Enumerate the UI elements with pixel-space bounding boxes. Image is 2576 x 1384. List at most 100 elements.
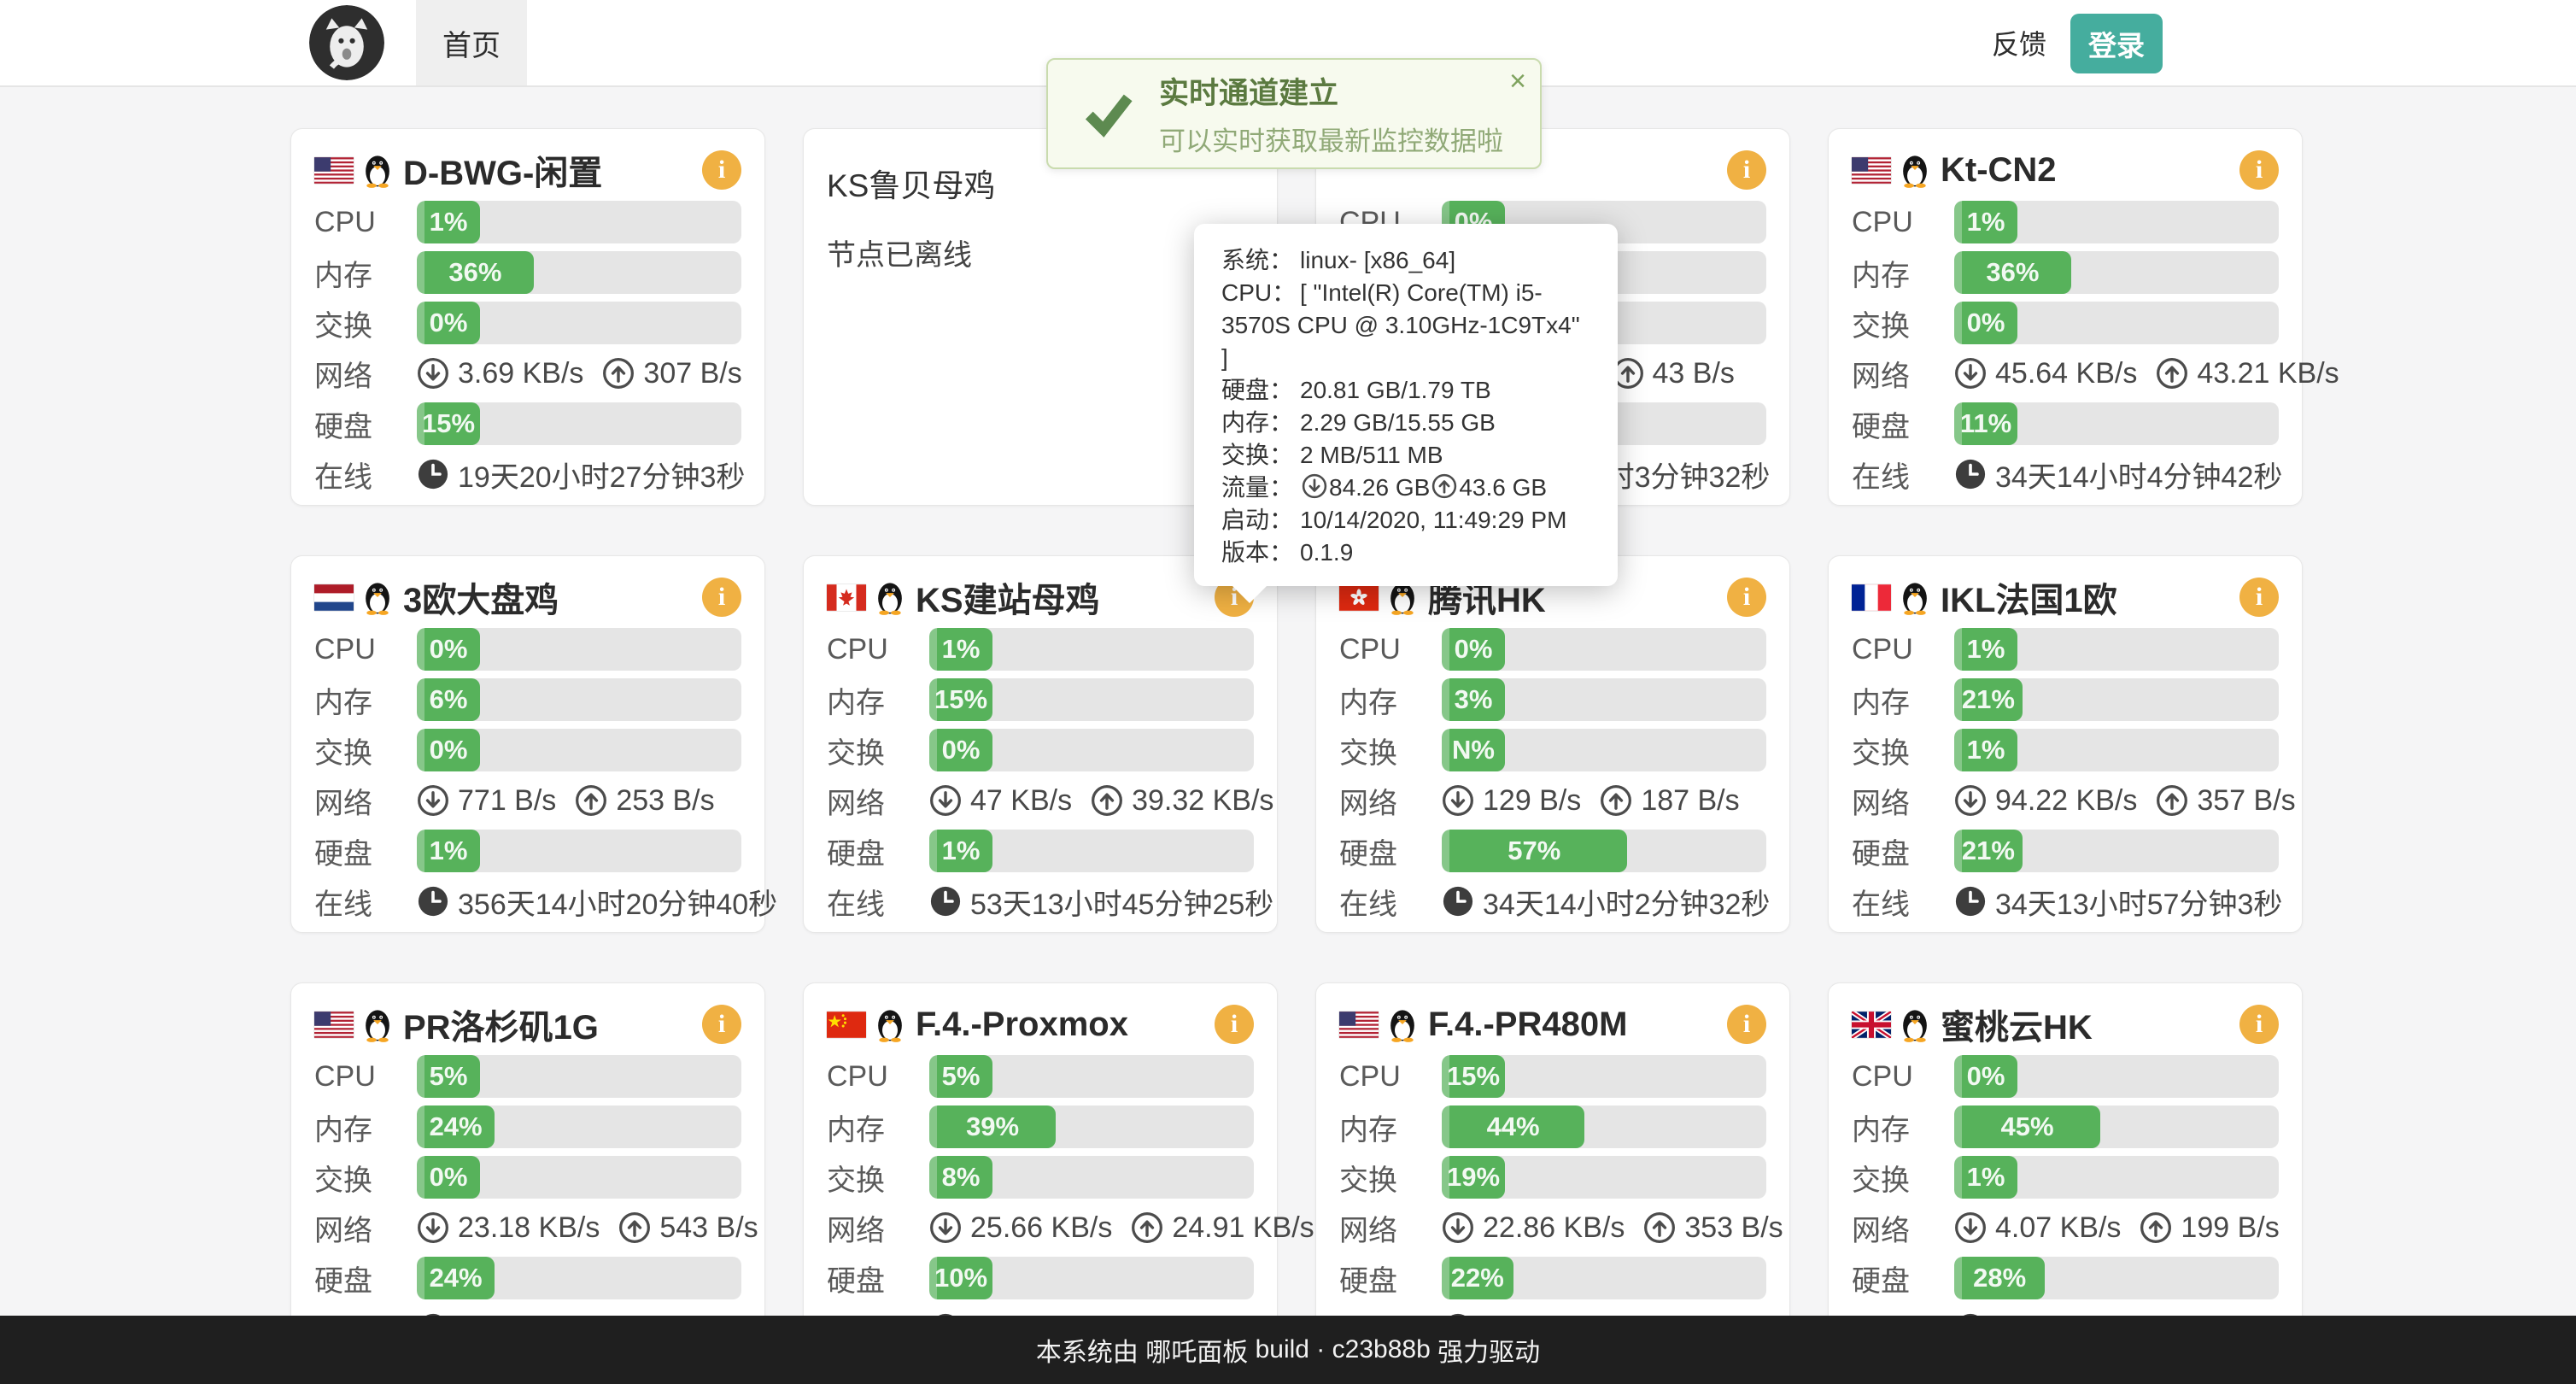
server-stats: CPU1%内存36%交换0%网络45.64 KB/s43.21 KB/s硬盘11… [1852,201,2279,496]
server-stats: CPU1%内存21%交换1%网络94.22 KB/s357 B/s硬盘21%在线… [1852,628,2279,923]
country-flag-icon [314,1012,354,1038]
info-icon[interactable]: i [702,1005,741,1044]
disk-row: 硬盘1% [827,830,1254,872]
network-row: 网络45.64 KB/s43.21 KB/s [1852,352,2279,395]
download-arrow-icon [1442,784,1474,817]
download-speed: 47 KB/s [970,784,1072,818]
upload-speed: 307 B/s [643,357,741,390]
progress-value: 1% [942,634,981,665]
info-icon[interactable]: i [702,578,741,617]
swap-row: 交换8% [827,1156,1254,1199]
feedback-link[interactable]: 反馈 [1992,0,2046,85]
download-arrow-icon [1302,473,1327,499]
progress-value: 5% [942,1061,981,1092]
download-speed: 25.66 KB/s [970,1211,1112,1245]
tooltip-row: 内存：2.29 GB/15.55 GB [1221,407,1590,439]
stat-label: 网络 [314,353,417,395]
network-row: 网络47 KB/s39.32 KB/s [827,779,1254,822]
progress-fill: 5% [929,1055,992,1098]
server-card: 腾讯HK i CPU0%内存3%交换N%网络129 B/s187 B/s硬盘57… [1315,555,1790,933]
stat-label: 网络 [1339,1207,1442,1249]
info-icon[interactable]: i [1727,150,1766,190]
tab-home[interactable]: 首页 [416,0,527,85]
toast-title: 实时通道建立 [1159,69,1503,113]
progress-track: 36% [417,251,741,294]
progress-value: 5% [430,1061,468,1092]
footer-panel-link[interactable]: 哪吒面板 [1145,1331,1248,1369]
progress-value: 0% [942,735,981,765]
info-icon[interactable]: i [2239,150,2279,190]
server-stats: CPU5%内存24%交换0%网络23.18 KB/s543 B/s硬盘24%在线 [314,1055,741,1350]
server-card: 3欧大盘鸡 i CPU0%内存6%交换0%网络771 B/s253 B/s硬盘1… [290,555,765,933]
toast-close-icon[interactable]: × [1509,67,1526,96]
country-flag-icon [314,157,354,184]
progress-fill: 39% [929,1105,1056,1148]
stat-label: 交换 [314,1157,417,1199]
footer-commit-link[interactable]: c23b88b [1332,1335,1431,1364]
upload-speed: 543 B/s [659,1211,758,1245]
upload-speed: 43.21 KB/s [2197,357,2339,390]
progress-track: 57% [1442,830,1766,872]
progress-fill: 21% [1954,830,2023,872]
clock-icon [1954,885,1987,918]
stat-label: CPU [314,206,417,239]
progress-fill: 0% [1954,302,2017,344]
footer-text-prefix: 本系统由 [1036,1331,1145,1369]
progress-fill: 0% [1954,1055,2017,1098]
progress-fill: 1% [417,830,480,872]
server-card-header: D-BWG-闲置 i [314,146,741,194]
tooltip-label: 版本： [1221,537,1300,569]
login-button[interactable]: 登录 [2070,14,2163,73]
progress-fill: 19% [1442,1156,1505,1199]
network-row: 网络771 B/s253 B/s [314,779,741,822]
progress-value: 1% [430,836,468,866]
site-logo-avatar[interactable] [309,5,384,80]
upload-speed: 253 B/s [616,784,714,818]
progress-track: 24% [417,1257,741,1299]
upload-arrow-icon [1600,784,1632,817]
cpu-row: CPU5% [314,1055,741,1098]
tooltip-row: 版本：0.1.9 [1221,537,1590,569]
progress-value: 0% [1967,308,2005,338]
cpu-row: CPU0% [1852,1055,2279,1098]
progress-track: 0% [417,1156,741,1199]
tooltip-value: linux- [x86_64] [1300,247,1455,273]
progress-track: 19% [1442,1156,1766,1199]
stat-label: 硬盘 [1339,1258,1442,1299]
upload-speed: 353 B/s [1684,1211,1783,1245]
linux-penguin-icon [1387,1006,1418,1042]
server-card: 蜜桃云HK i CPU0%内存45%交换1%网络4.07 KB/s199 B/s… [1828,982,2303,1360]
progress-track: 36% [1954,251,2279,294]
info-icon[interactable]: i [1727,578,1766,617]
progress-track: 1% [417,201,741,243]
stat-label: 硬盘 [1339,830,1442,872]
progress-track: 1% [1954,729,2279,771]
progress-value: 21% [1962,684,2015,715]
cpu-row: CPU1% [1852,628,2279,671]
server-stats: CPU0%内存3%交换N%网络129 B/s187 B/s硬盘57%在线34天1… [1339,628,1766,923]
network-row: 网络25.66 KB/s24.91 KB/s [827,1206,1254,1249]
memory-row: 内存15% [827,678,1254,721]
progress-fill: 57% [1442,830,1627,872]
stat-label: CPU [1339,633,1442,666]
stat-label: CPU [827,1060,929,1094]
memory-row: 内存36% [314,251,741,294]
info-icon[interactable]: i [1215,1005,1254,1044]
network-row: 网络94.22 KB/s357 B/s [1852,779,2279,822]
info-icon[interactable]: i [2239,1005,2279,1044]
linux-penguin-icon [362,579,393,615]
tooltip-row: 交换：2 MB/511 MB [1221,439,1590,472]
info-icon[interactable]: i [2239,578,2279,617]
progress-fill: 21% [1954,678,2023,721]
stat-label: 硬盘 [1852,403,1954,445]
toast-message: 可以实时获取最新监控数据啦 [1159,120,1503,158]
progress-fill: 0% [417,302,480,344]
progress-fill: 3% [1442,678,1505,721]
footer-text-middle: build · [1248,1335,1332,1364]
progress-fill: 15% [1442,1055,1505,1098]
uptime-row: 在线34天14小时4分钟42秒 [1852,453,2279,496]
progress-track: 28% [1954,1257,2279,1299]
progress-value: 1% [1967,735,2005,765]
info-icon[interactable]: i [1727,1005,1766,1044]
info-icon[interactable]: i [702,150,741,190]
